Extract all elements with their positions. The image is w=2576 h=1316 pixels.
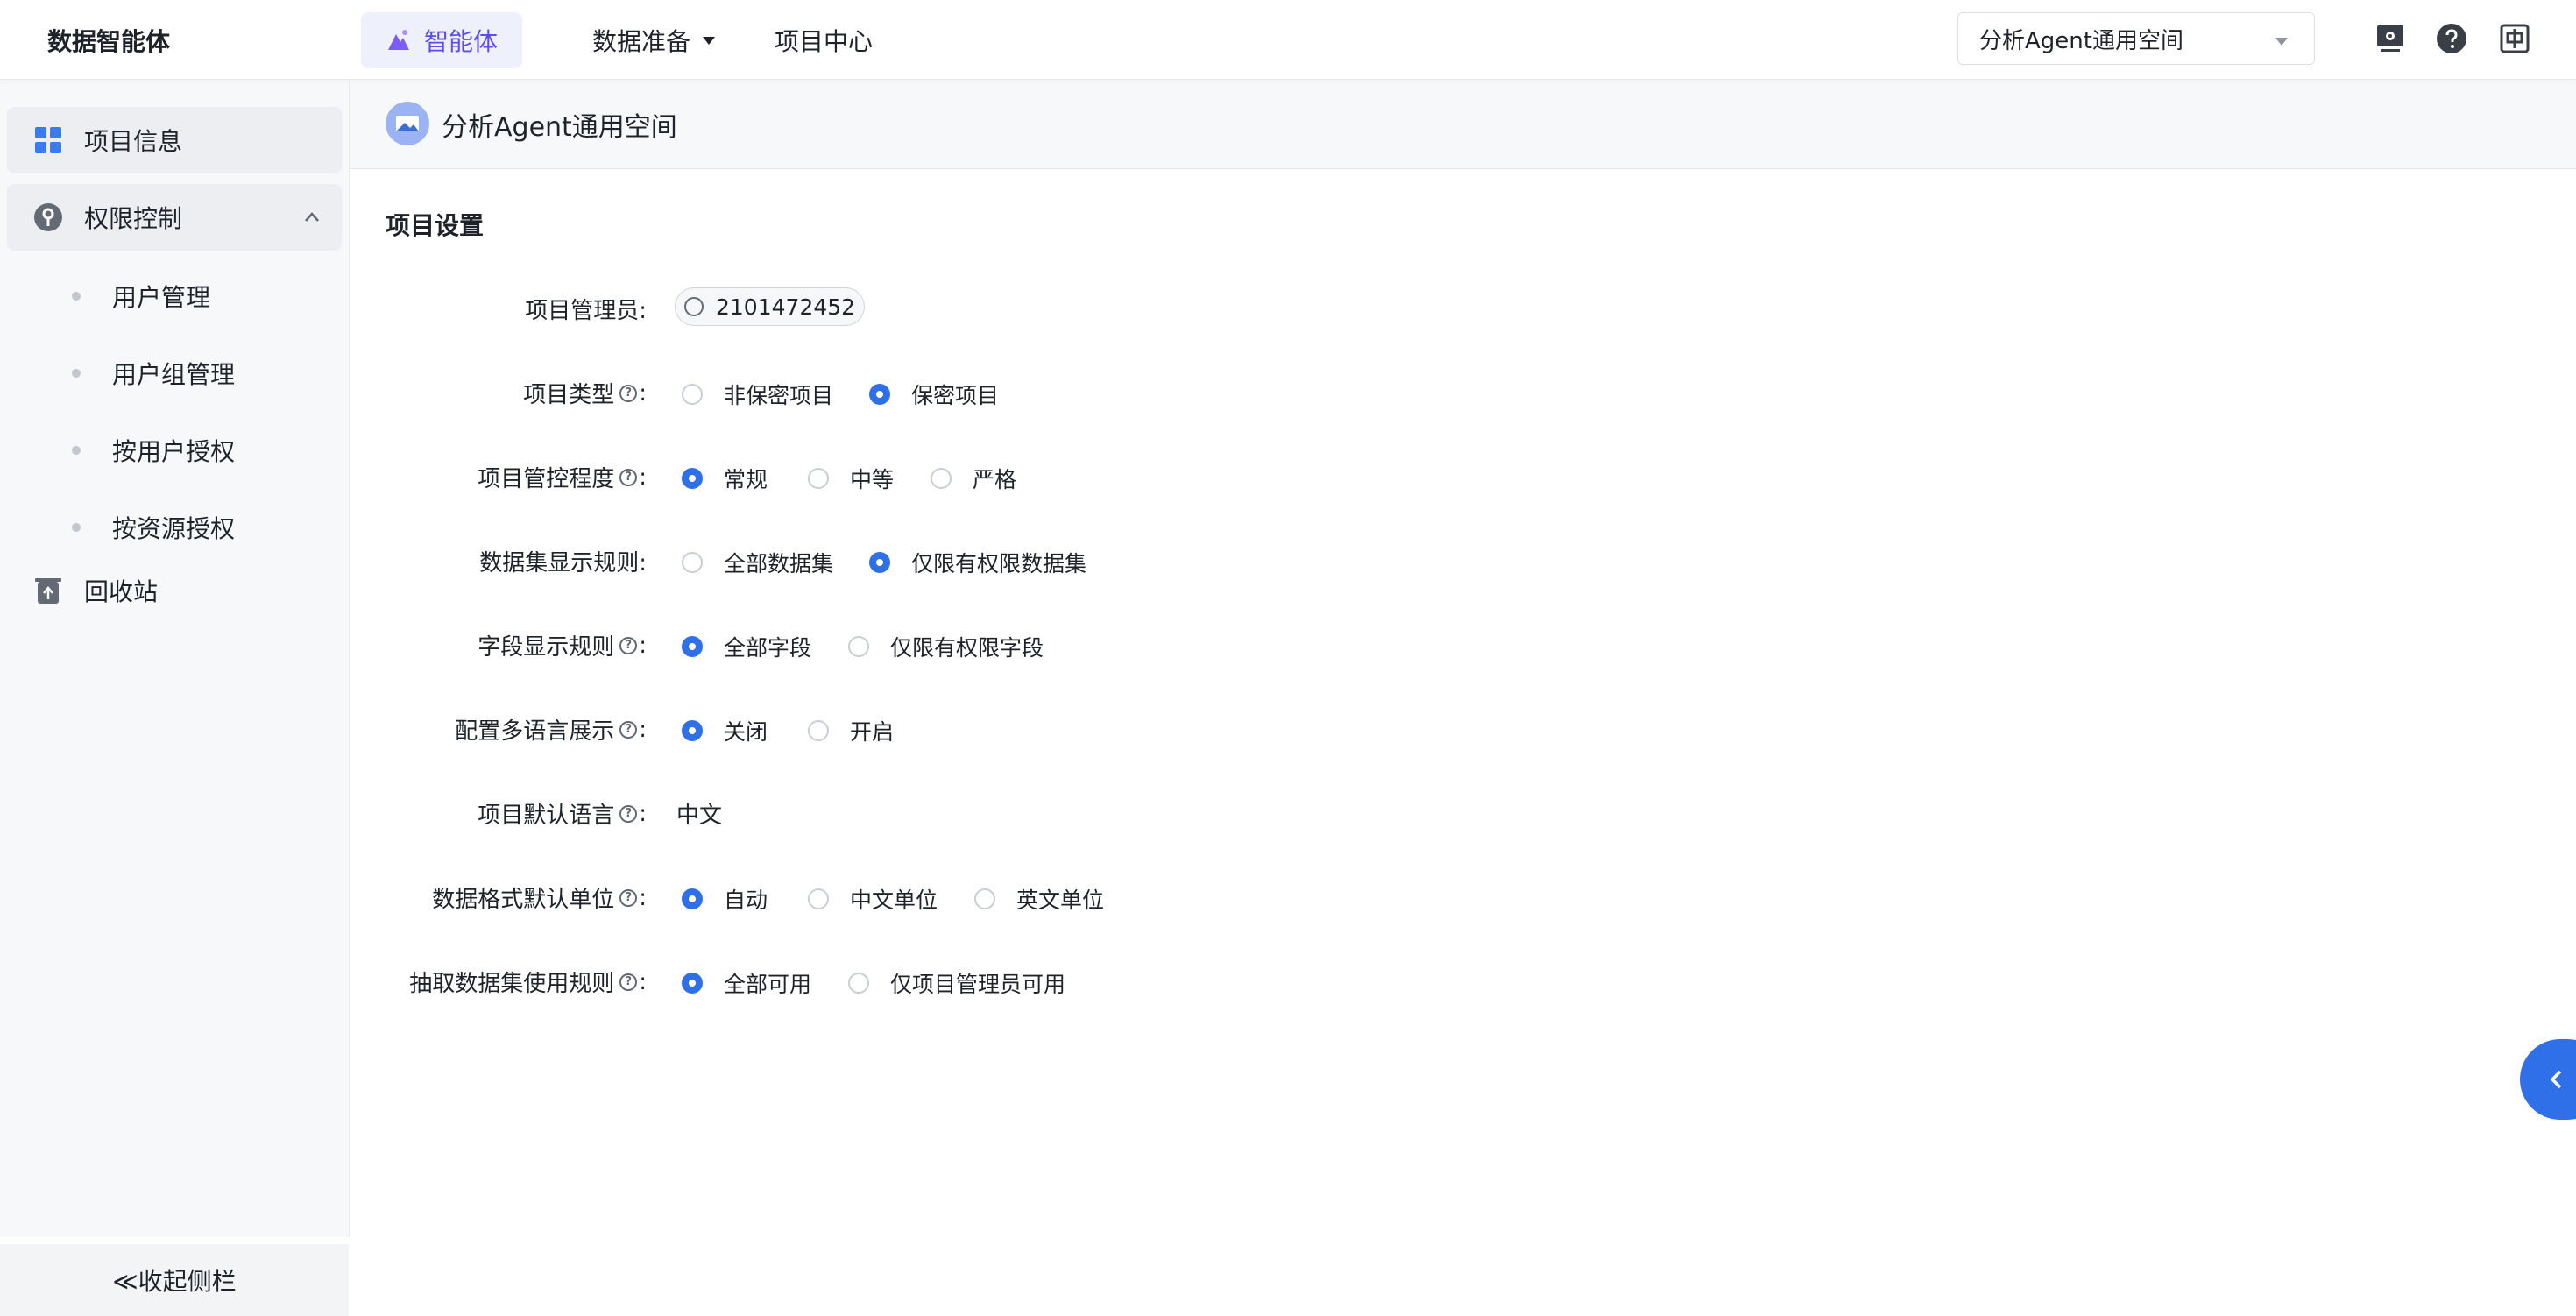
space-image-icon — [396, 116, 419, 131]
sidebar-subitem-label: 按资源授权 — [112, 514, 236, 543]
radio-chinese-unit[interactable]: 中文单位 — [808, 883, 938, 915]
setting-label: 字段显示规则?: — [478, 632, 647, 662]
help-circle-icon[interactable]: ? — [619, 720, 638, 739]
help-circle-icon[interactable]: ? — [619, 804, 638, 823]
chevron-up-icon — [305, 212, 319, 222]
sidebar-subitem-group-management[interactable]: 用户组管理 — [0, 347, 349, 400]
radio-all-datasets[interactable]: 全部数据集 — [682, 547, 833, 578]
sidebar-subitem-grant-by-user[interactable]: 按用户授权 — [0, 424, 349, 477]
sidebar-item-label: 项目信息 — [84, 127, 183, 156]
key-icon — [34, 203, 62, 231]
nav-agent[interactable]: 智能体 — [361, 12, 522, 68]
setting-row-multilingual: 配置多语言展示?: 关闭 开启 — [350, 708, 2103, 752]
radio-all-available[interactable]: 全部可用 — [682, 967, 811, 999]
help-icon[interactable] — [2436, 23, 2467, 54]
space-avatar — [386, 102, 429, 145]
nav-project-center-label: 项目中心 — [775, 27, 874, 56]
page-title: 分析Agent通用空间 — [442, 112, 677, 143]
setting-label: 配置多语言展示?: — [455, 716, 647, 746]
setting-row-project-type: 项目类型?: 非保密项目 保密项目 — [350, 371, 2103, 415]
sidebar-item-recycle-bin[interactable]: 回收站 — [7, 557, 342, 624]
monitor-icon[interactable] — [2374, 23, 2406, 54]
language-icon[interactable] — [2499, 23, 2530, 54]
sidebar-item-permission-control[interactable]: 权限控制 — [7, 184, 342, 251]
sidebar-item-label: 权限控制 — [84, 204, 183, 233]
setting-row-field-display: 字段显示规则?: 全部字段 仅限有权限字段 — [350, 624, 2103, 668]
sidebar-item-project-info[interactable]: 项目信息 — [7, 107, 342, 173]
user-avatar-icon — [684, 297, 704, 316]
help-circle-icon[interactable]: ? — [619, 973, 638, 991]
sidebar-subitem-grant-by-resource[interactable]: 按资源授权 — [0, 501, 349, 554]
main-content: 分析Agent通用空间 项目设置 项目管理员: 2101472452 项目类型?… — [350, 79, 2576, 1237]
setting-row-data-format-unit: 数据格式默认单位?: 自动 中文单位 英文单位 — [350, 876, 2103, 920]
setting-label: 项目默认语言?: — [478, 800, 647, 830]
admin-chip[interactable]: 2101472452 — [675, 287, 866, 326]
setting-row-control-level: 项目管控程度?: 常规 中等 严格 — [350, 456, 2103, 499]
caret-down-icon — [703, 36, 716, 45]
sidebar-item-label: 回收站 — [84, 577, 159, 606]
app-brand: 数据智能体 — [47, 27, 171, 56]
collapse-sidebar-button[interactable]: ≪收起侧栏 — [0, 1244, 349, 1316]
admin-id: 2101472452 — [716, 294, 856, 320]
help-circle-icon[interactable]: ? — [619, 888, 638, 907]
radio-all-fields[interactable]: 全部字段 — [682, 631, 811, 662]
section-title: 项目设置 — [386, 211, 485, 240]
radio-auto[interactable]: 自动 — [682, 883, 768, 915]
setting-label: 抽取数据集使用规则?: — [409, 968, 647, 998]
chevron-left-icon — [2550, 1070, 2562, 1089]
top-bar: 数据智能体 智能体 数据准备 项目中心 分析Agent通用空间 — [0, 0, 2576, 80]
default-language-value: 中文 — [676, 803, 723, 829]
space-select[interactable]: 分析Agent通用空间 — [1957, 12, 2315, 65]
bullet-dot — [72, 369, 81, 378]
setting-label: 数据集显示规则: — [479, 550, 647, 577]
sidebar-subitem-user-management[interactable]: 用户管理 — [0, 270, 349, 322]
radio-admin-only[interactable]: 仅项目管理员可用 — [848, 967, 1065, 999]
grid-icon — [35, 127, 61, 153]
agent-icon — [387, 30, 409, 50]
setting-row-extract-dataset-rule: 抽取数据集使用规则?: 全部可用 仅项目管理员可用 — [350, 960, 2103, 1004]
sidebar: 项目信息 权限控制 用户管理 用户组管理 按用户授权 按资源授权 回收站 ≪收起… — [0, 79, 350, 1316]
sidebar-subitem-label: 用户组管理 — [112, 360, 236, 389]
nav-data-prep-label: 数据准备 — [592, 27, 691, 56]
bullet-dot — [72, 446, 81, 455]
recycle-bin-icon — [35, 578, 61, 604]
help-circle-icon[interactable]: ? — [619, 468, 638, 486]
bullet-dot — [72, 292, 81, 301]
setting-row-dataset-display: 数据集显示规则: 全部数据集 仅限有权限数据集 — [350, 540, 2103, 584]
radio-permitted-datasets[interactable]: 仅限有权限数据集 — [869, 547, 1086, 578]
setting-row-default-language: 项目默认语言?: 中文 — [350, 792, 2103, 836]
radio-strict[interactable]: 严格 — [931, 463, 1016, 494]
help-circle-icon[interactable]: ? — [619, 636, 638, 654]
setting-label: 项目管理员: — [525, 298, 647, 324]
bullet-dot — [72, 523, 81, 532]
setting-label: 数据格式默认单位?: — [432, 884, 647, 914]
radio-medium[interactable]: 中等 — [808, 463, 894, 494]
nav-data-prep[interactable]: 数据准备 — [592, 12, 716, 68]
caret-down-icon — [2275, 38, 2288, 46]
radio-confidential[interactable]: 保密项目 — [869, 379, 999, 410]
space-header: 分析Agent通用空间 — [350, 79, 2576, 169]
radio-english-unit[interactable]: 英文单位 — [974, 883, 1104, 915]
sidebar-subitem-label: 按用户授权 — [112, 437, 236, 466]
radio-on[interactable]: 开启 — [808, 715, 894, 746]
help-circle-icon[interactable]: ? — [619, 384, 638, 402]
setting-label: 项目管控程度?: — [478, 463, 647, 493]
radio-off[interactable]: 关闭 — [682, 715, 768, 746]
radio-permitted-fields[interactable]: 仅限有权限字段 — [848, 631, 1044, 662]
nav-agent-label: 智能体 — [423, 27, 498, 56]
radio-non-confidential[interactable]: 非保密项目 — [682, 379, 833, 410]
setting-row-admin: 项目管理员: 2101472452 — [350, 287, 2103, 331]
sidebar-subitem-label: 用户管理 — [112, 283, 211, 312]
setting-label: 项目类型?: — [523, 379, 647, 409]
nav-project-center[interactable]: 项目中心 — [775, 12, 873, 68]
radio-regular[interactable]: 常规 — [682, 463, 768, 494]
space-select-value: 分析Agent通用空间 — [1979, 27, 2183, 54]
